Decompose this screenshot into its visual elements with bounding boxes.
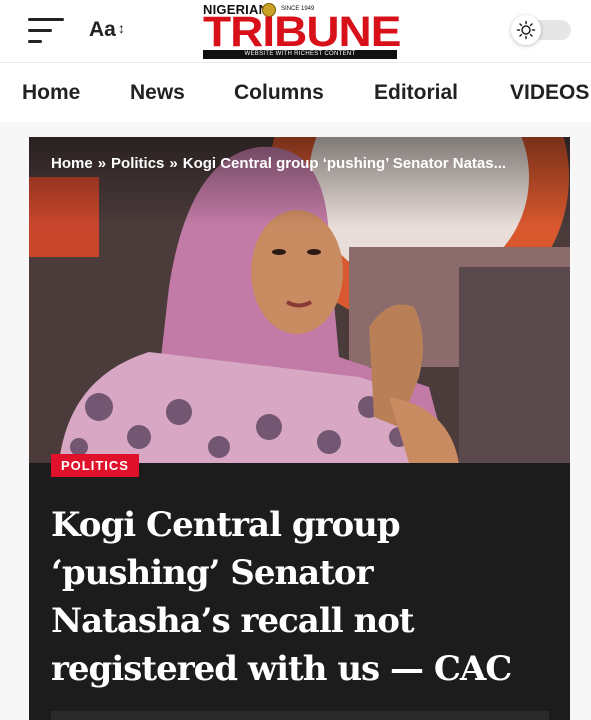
nav-item-home[interactable]: Home [22, 81, 80, 105]
breadcrumb-separator: » [97, 155, 107, 172]
site-logo[interactable]: NIGERIAN SINCE 1949 TRIBUNE WEBSITE WITH… [201, 2, 401, 59]
hamburger-icon[interactable] [28, 18, 66, 44]
article-headline[interactable]: Kogi Central group ‘pushing’ Senator Nat… [51, 501, 556, 693]
logo-main-text: TRIBUNE [203, 7, 401, 56]
category-badge[interactable]: POLITICS [51, 454, 139, 477]
nav-item-editorial[interactable]: Editorial [374, 81, 458, 105]
featured-article-card: Home» Politics» Kogi Central group ‘pushin… [29, 137, 570, 720]
hero-gradient [29, 137, 570, 227]
font-size-label: Aa [89, 18, 116, 41]
nav-item-news[interactable]: News [130, 81, 185, 105]
headline-line: registered with us — CAC [51, 649, 512, 689]
headline-line: ‘pushing’ Senator [51, 553, 374, 593]
resize-arrow-icon: ↕ [117, 20, 125, 36]
nav-item-videos[interactable]: VIDEOS [510, 81, 589, 105]
font-size-button[interactable]: Aa ↕ [89, 18, 125, 42]
main-nav: Home News Columns Editorial VIDEOS [0, 62, 591, 122]
logo-tagline: WEBSITE WITH RICHEST CONTENT [203, 50, 397, 59]
headline-line: Natasha’s recall not [51, 601, 415, 641]
article-meta-bar [51, 711, 549, 720]
sun-icon [511, 15, 541, 45]
nav-item-columns[interactable]: Columns [234, 81, 324, 105]
theme-toggle[interactable] [511, 15, 571, 45]
article-hero-image[interactable] [29, 137, 570, 463]
breadcrumb: Home» Politics» Kogi Central group ‘pushin… [51, 155, 506, 172]
breadcrumb-current: Kogi Central group ‘pushing’ Senator Nat… [182, 155, 507, 172]
breadcrumb-separator: » [169, 155, 178, 172]
headline-line: Kogi Central group [51, 505, 401, 545]
site-header: Aa ↕ NIGERIAN SINCE 1949 TRIBUNE WEBSITE … [0, 0, 591, 62]
breadcrumb-section-link[interactable]: Politics [111, 155, 164, 172]
breadcrumb-home-link[interactable]: Home [51, 155, 93, 172]
